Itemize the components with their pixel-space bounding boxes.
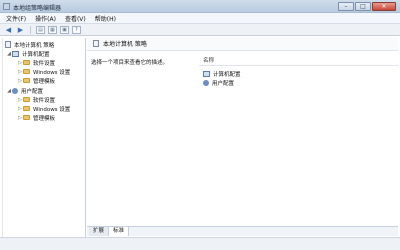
tree-item-software-settings[interactable]: ▷ 软件设置 <box>17 58 55 67</box>
export-list-icon[interactable]: ▣ <box>60 25 69 34</box>
tree-item-label: 管理模板 <box>33 115 56 122</box>
menu-help[interactable]: 帮助(H) <box>95 14 116 23</box>
column-header-label: 名称 <box>203 57 215 64</box>
title-bar[interactable]: 本地组策略编辑器 – □ ✕ <box>0 0 400 13</box>
tree-item-user-software-settings[interactable]: ▷ 软件设置 <box>17 95 55 104</box>
tree-item-computer-config[interactable]: ◢ 计算机配置 <box>6 49 50 58</box>
menu-file[interactable]: 文件(F) <box>6 14 26 23</box>
properties-icon[interactable]: ▦ <box>48 25 57 34</box>
view-tabs: 扩展 标准 <box>87 226 398 236</box>
minimize-button[interactable]: – <box>338 2 354 11</box>
list-item-user-config[interactable]: 用户配置 <box>203 78 234 87</box>
tree-item-label: 管理模板 <box>33 78 56 85</box>
tree-item-admin-templates[interactable]: ▷ 管理模板 <box>17 76 55 85</box>
gpedit-window: 本地组策略编辑器 – □ ✕ 文件(F) 操作(A) 查看(V) 帮助(H) ◀… <box>0 0 400 250</box>
user-icon <box>12 87 18 94</box>
tab-extended[interactable]: 扩展 <box>89 227 110 236</box>
tree-item-root[interactable]: 本地计算机 策略 <box>5 40 54 49</box>
policy-icon <box>5 41 11 48</box>
tree-item-label: 软件设置 <box>33 60 56 67</box>
show-hide-tree-icon[interactable]: ▤ <box>36 25 45 34</box>
user-icon <box>203 79 209 86</box>
policy-icon <box>93 40 99 47</box>
help-icon[interactable]: ? <box>72 25 81 34</box>
folder-icon <box>23 69 30 74</box>
tab-standard[interactable]: 标准 <box>109 227 130 236</box>
tree-item-label: 本地计算机 策略 <box>14 42 55 49</box>
window-controls: – □ ✕ <box>338 2 396 11</box>
window-title: 本地组策略编辑器 <box>13 5 62 12</box>
app-icon <box>3 3 10 10</box>
menu-view[interactable]: 查看(V) <box>65 14 86 23</box>
tree-item-user-windows-settings[interactable]: ▷ Windows 设置 <box>17 104 70 113</box>
tree-item-user-config[interactable]: ◢ 用户配置 <box>6 86 43 95</box>
tree-item-label: 软件设置 <box>33 97 56 104</box>
folder-icon <box>23 106 30 111</box>
toolbar-separator <box>30 25 31 34</box>
menu-bar: 文件(F) 操作(A) 查看(V) 帮助(H) <box>0 13 400 24</box>
menu-action[interactable]: 操作(A) <box>35 14 56 23</box>
computer-icon <box>203 70 210 77</box>
close-button[interactable]: ✕ <box>372 2 396 11</box>
folder-icon <box>23 97 30 102</box>
toolbar: ◀ ▶ ▤ ▦ ▣ ? <box>0 24 400 36</box>
folder-icon <box>23 115 30 120</box>
list-item-computer-config[interactable]: 计算机配置 <box>203 69 241 78</box>
status-bar <box>0 237 400 250</box>
tree-item-label: Windows 设置 <box>33 106 71 113</box>
tree-pane: 本地计算机 策略 ◢ 计算机配置 ▷ 软件设置 ▷ Windows 设置 ▷ 管… <box>2 38 86 250</box>
tree-item-label: 计算机配置 <box>22 51 50 58</box>
folder-icon <box>23 60 30 65</box>
back-arrow-icon[interactable]: ◀ <box>4 26 13 34</box>
list-item-label: 用户配置 <box>212 80 235 87</box>
computer-icon <box>12 50 19 57</box>
details-title: 本地计算机 策略 <box>103 41 147 48</box>
folder-icon <box>23 78 30 83</box>
description-text: 选择一个项目来查看它的描述。 <box>91 60 169 66</box>
tree-item-windows-settings[interactable]: ▷ Windows 设置 <box>17 67 70 76</box>
tree-item-label: 用户配置 <box>21 88 44 95</box>
maximize-button[interactable]: □ <box>355 2 371 11</box>
list-item-label: 计算机配置 <box>213 71 241 78</box>
details-header: 本地计算机 策略 <box>87 37 398 51</box>
details-pane: 本地计算机 策略 选择一个项目来查看它的描述。 名称 计算机配置 用户配置 <box>87 37 398 233</box>
tree-item-label: Windows 设置 <box>33 69 71 76</box>
forward-arrow-icon[interactable]: ▶ <box>16 26 25 34</box>
tree-item-user-admin-templates[interactable]: ▷ 管理模板 <box>17 113 55 122</box>
column-header-name[interactable]: 名称 <box>199 54 398 66</box>
